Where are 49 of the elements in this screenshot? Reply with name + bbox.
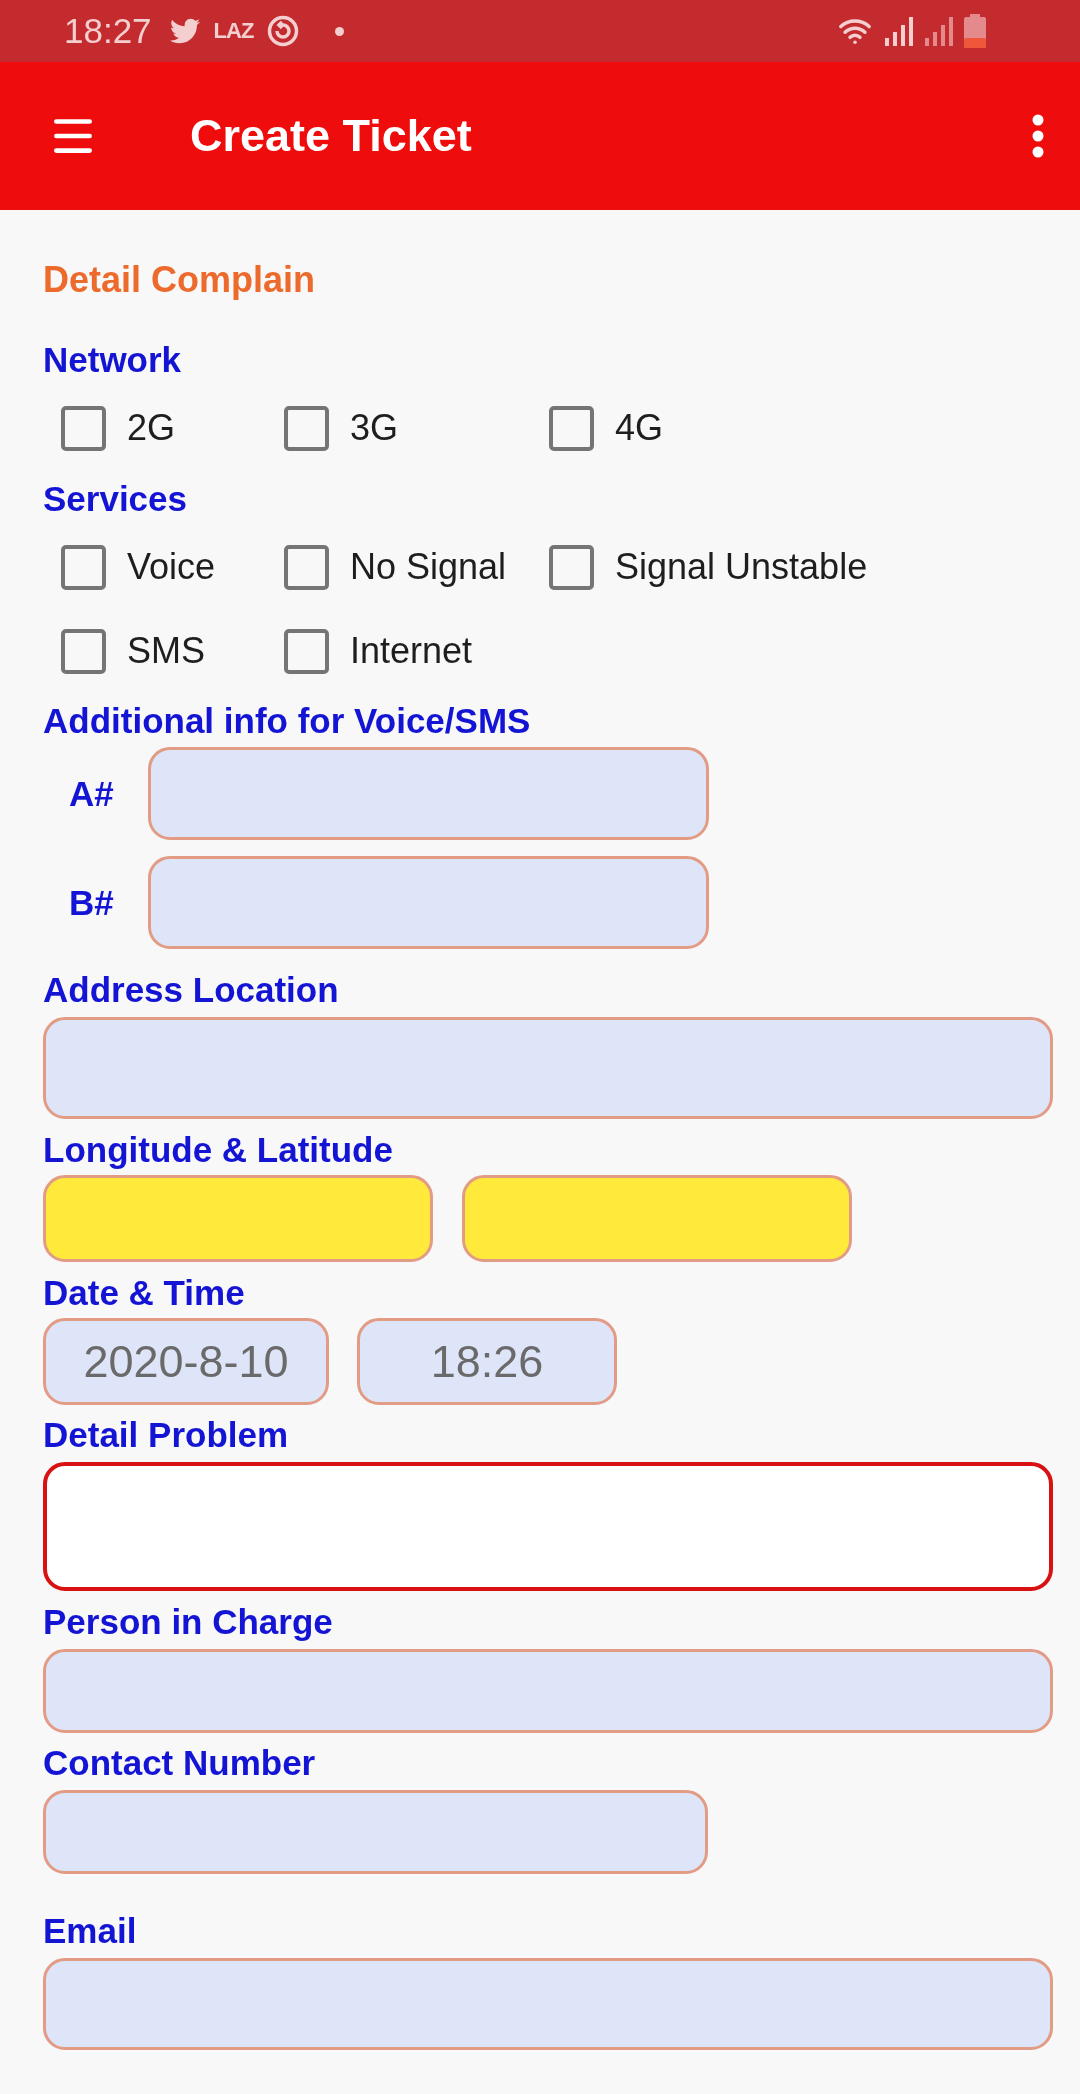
input-field[interactable] <box>43 1648 1053 1734</box>
time-field[interactable]: 18:26 <box>357 1318 617 1405</box>
field-label: Longitude & Latitude <box>43 1129 393 1171</box>
latitude-field[interactable] <box>462 1175 852 1262</box>
checkbox-label: 3G <box>350 406 399 450</box>
field-label: Person in Charge <box>43 1600 333 1643</box>
text-area[interactable] <box>43 1462 1053 1591</box>
checkbox-label: Internet <box>350 629 473 673</box>
battery-icon <box>964 14 986 48</box>
signal-icon <box>884 16 914 46</box>
longitude-field[interactable] <box>43 1175 433 1262</box>
date-field[interactable]: 2020-8-10 <box>43 1318 329 1405</box>
checkbox[interactable] <box>61 544 106 590</box>
more-options-icon[interactable] <box>1032 114 1044 158</box>
checkbox-label: SMS <box>127 629 205 673</box>
checkbox-label: 2G <box>127 406 176 450</box>
section-title: Detail Complain <box>43 258 316 302</box>
field-label: Email <box>43 1910 137 1952</box>
status-time: 18:27 <box>64 11 152 51</box>
checkbox[interactable] <box>284 405 329 451</box>
dot-icon <box>335 26 345 36</box>
checkbox[interactable] <box>549 405 594 451</box>
field-label: Date & Time <box>43 1272 245 1314</box>
field-label: Services <box>43 478 188 520</box>
field-label: Detail Problem <box>43 1414 289 1456</box>
checkbox[interactable] <box>284 628 329 674</box>
input-field[interactable] <box>148 856 709 949</box>
checkbox-label: Signal Unstable <box>615 545 868 589</box>
input-field[interactable] <box>148 747 709 840</box>
checkbox-label: No Signal <box>350 545 507 589</box>
bird-icon <box>167 16 202 46</box>
checkbox-label: 4G <box>615 406 664 450</box>
field-label: Contact Number <box>43 1742 316 1785</box>
input-field[interactable] <box>43 1017 1053 1119</box>
field-label: A# <box>69 772 115 815</box>
signal-icon <box>924 16 954 46</box>
checkbox[interactable] <box>549 544 594 590</box>
field-label: Address Location <box>43 969 339 1011</box>
checkbox[interactable] <box>61 405 106 451</box>
field-label: Additional info for Voice/SMS <box>43 700 531 742</box>
input-field[interactable] <box>43 1790 708 1874</box>
field-label: B# <box>69 881 115 924</box>
checkbox[interactable] <box>284 544 329 590</box>
checkbox[interactable] <box>61 628 106 674</box>
app-title: Create Ticket <box>190 109 472 163</box>
input-field[interactable] <box>43 1958 1053 2050</box>
field-label: Network <box>43 339 182 381</box>
checkbox-label: Voice <box>127 545 216 589</box>
notification-label: LAZ <box>213 18 254 44</box>
